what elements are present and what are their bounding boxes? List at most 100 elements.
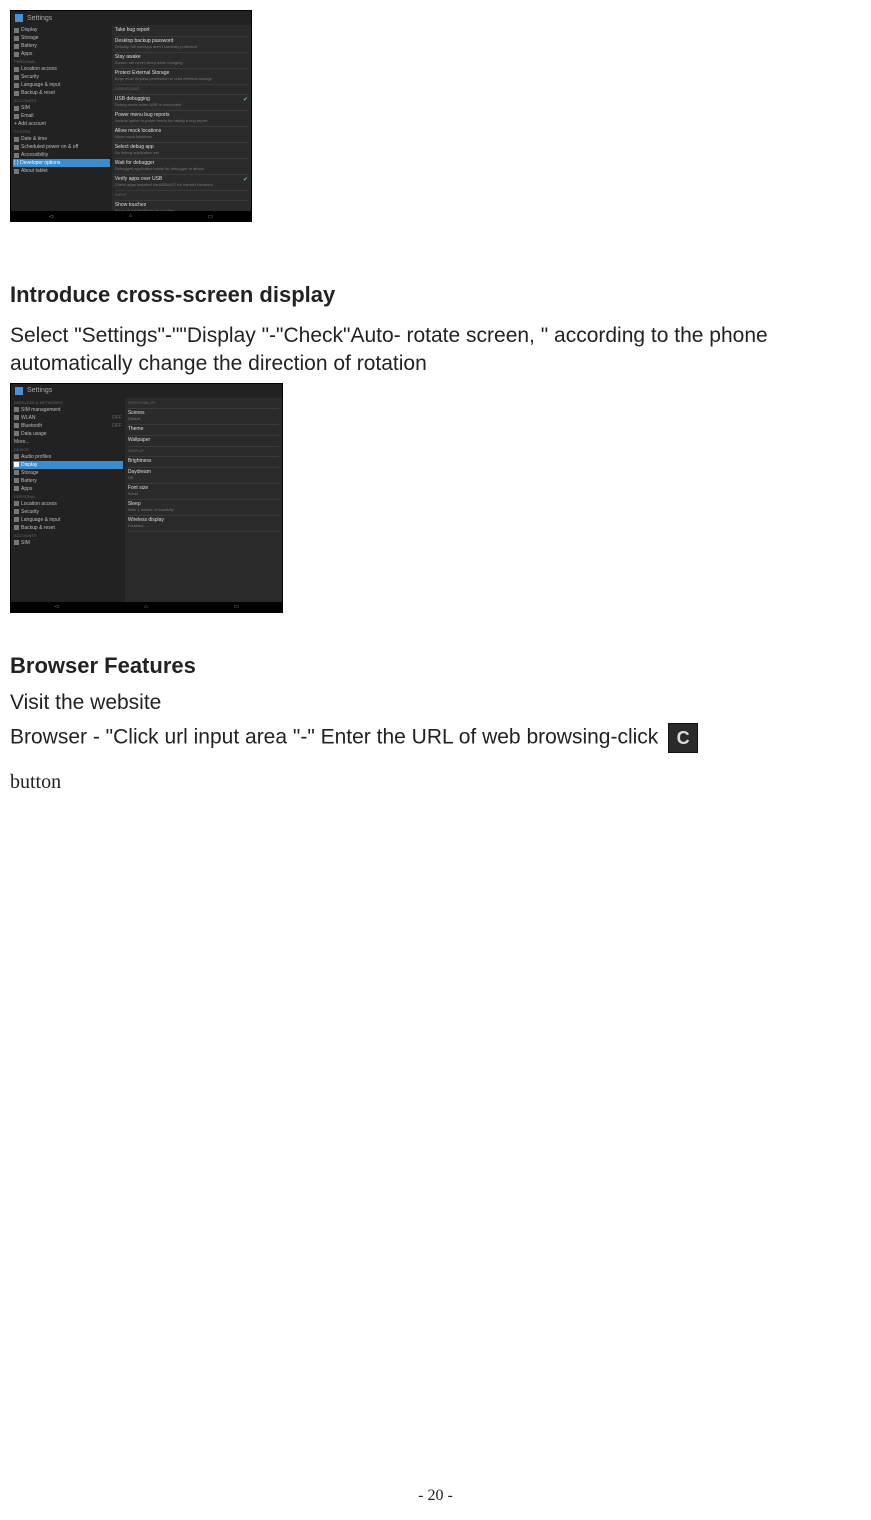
battery-icon [14, 478, 19, 483]
sidebar-cat-personal: PERSONAL [13, 493, 123, 500]
item-fontsize: Font sizeSmall [128, 484, 279, 500]
sidebar-cat-wireless: WIRELESS & NETWORKS [13, 399, 123, 406]
item-mock: Allow mock locationsAllow mock locations [115, 127, 248, 143]
item-desktoppw: Desktop backup passwordDesktop full back… [115, 37, 248, 53]
shot2-navbar: ◅ ⌂ ▭ [11, 602, 282, 612]
recent-icon: ▭ [208, 213, 214, 220]
page-number: - 20 - [0, 1487, 871, 1505]
sim-icon [14, 407, 19, 412]
shot1-navbar: ◅ ⌂ ▭ [11, 211, 251, 221]
sidebar-item-sim: SIM [13, 104, 110, 112]
visit-website: Visit the website [10, 689, 861, 717]
browser-instruction-text: Browser - "Click url input area "-" Ente… [10, 726, 658, 749]
item-showtouch: Show touchesShow visual feedback for tou… [115, 201, 248, 211]
shot2-header: Settings [11, 384, 282, 398]
item-wallpaper: Wallpaper [128, 436, 279, 447]
apps-icon [14, 486, 19, 491]
sidebar-item-wlan: WLANOFF [13, 414, 123, 422]
display-icon [14, 28, 19, 33]
recent-icon: ▭ [233, 603, 239, 610]
sidebar-item-backup: Backup & reset [13, 89, 110, 97]
item-wirelessdisplay: Wireless displayDisabled [128, 516, 279, 532]
sidebar-item-display: Display [13, 461, 123, 469]
wifi-icon [14, 415, 19, 420]
sidebar-item-security: Security [13, 508, 123, 516]
backup-icon [14, 91, 19, 96]
cat-display: DISPLAY [128, 447, 279, 457]
button-word: button [10, 771, 61, 794]
sim-icon [14, 540, 19, 545]
sidebar-item-accessibility: Accessibility [13, 151, 110, 159]
browser-instruction-line: Browser - "Click url input area "-" Ente… [10, 723, 861, 753]
sidebar-item-audio: Audio profiles [13, 453, 123, 461]
settings-dev-options-screenshot: Settings Display Storage Battery Apps PE… [10, 10, 252, 222]
item-sleep: SleepAfter 1 minute of inactivity [128, 500, 279, 516]
bluetooth-icon [14, 423, 19, 428]
sidebar-item-backup: Backup & reset [13, 524, 123, 532]
refresh-c-icon: C [668, 723, 698, 753]
bt-toggle: OFF [112, 423, 122, 429]
sidebar-item-abouttablet: About tablet [13, 167, 110, 175]
sidebar-item-storage: Storage [13, 34, 110, 42]
apps-icon [14, 52, 19, 57]
sidebar-cat-accounts: ACCOUNTS [13, 532, 123, 539]
check-icon: ✔ [243, 96, 248, 103]
clock-icon [14, 137, 19, 142]
cat-personalize: PERSONALIZE [128, 399, 279, 409]
back-icon: ◅ [49, 213, 54, 220]
cat-input: INPUT [115, 191, 248, 201]
sidebar-item-security: Security [13, 73, 110, 81]
item-selectdbg: Select debug appNo debug application set [115, 143, 248, 159]
audio-icon [14, 454, 19, 459]
shot1-main: Take bug report Desktop backup passwordD… [112, 25, 251, 211]
sidebar-item-datausage: Data usage [13, 430, 123, 438]
power-icon [14, 145, 19, 150]
item-waitdbg: Wait for debuggerDebugged application wa… [115, 159, 248, 175]
heading-browser: Browser Features [10, 653, 861, 679]
sidebar-item-more: More... [13, 438, 123, 446]
backup-icon [14, 525, 19, 530]
sidebar-item-addaccount: + Add account [13, 120, 110, 128]
item-theme: Theme [128, 425, 279, 436]
shot2-main: PERSONALIZE ScenesDefault Theme Wallpape… [125, 398, 282, 602]
sidebar-item-schedpower: Scheduled power on & off [13, 143, 110, 151]
gear-icon [15, 387, 23, 395]
storage-icon [14, 470, 19, 475]
sidebar-item-bluetooth: BluetoothOFF [13, 422, 123, 430]
para-cross-screen: Select "Settings"-""Display "-"Check"Aut… [10, 322, 861, 379]
language-icon [14, 83, 19, 88]
sidebar-item-storage: Storage [13, 469, 123, 477]
location-icon [14, 67, 19, 72]
shot2-title: Settings [27, 387, 52, 394]
sidebar-item-apps: Apps [13, 485, 123, 493]
email-icon [14, 114, 19, 119]
shot1-body: Display Storage Battery Apps PERSONAL Lo… [11, 25, 251, 211]
battery-icon [14, 44, 19, 49]
security-icon [14, 75, 19, 80]
back-icon: ◅ [54, 603, 59, 610]
accessibility-icon [14, 153, 19, 158]
sidebar-item-datetime: Date & time [13, 135, 110, 143]
sidebar-item-sim2: SIM [13, 539, 123, 547]
sidebar-item-language: Language & input [13, 516, 123, 524]
shot2-sidebar: WIRELESS & NETWORKS SIM management WLANO… [11, 398, 125, 602]
item-protect: Protect External StorageApps must reques… [115, 69, 248, 85]
sidebar-cat-system: SYSTEM [13, 128, 110, 135]
home-icon: ⌂ [129, 213, 133, 219]
about-icon [14, 169, 19, 174]
sidebar-cat-accounts: ACCOUNTS [13, 97, 110, 104]
item-usbdbg: USB debuggingDebug mode when USB is conn… [115, 95, 248, 111]
sidebar-cat-device: DEVICE [13, 446, 123, 453]
location-icon [14, 501, 19, 506]
sidebar-cat-personal: PERSONAL [13, 58, 110, 65]
security-icon [14, 509, 19, 514]
shot1-title: Settings [27, 15, 52, 22]
shot1-sidebar: Display Storage Battery Apps PERSONAL Lo… [11, 25, 112, 211]
sidebar-item-devoptions: { } Developer options [13, 159, 110, 167]
home-icon: ⌂ [144, 604, 148, 610]
item-verifyusb: Verify apps over USBCheck apps installed… [115, 175, 248, 191]
wlan-toggle: OFF [112, 415, 122, 421]
cat-debugging: DEBUGGING [115, 85, 248, 95]
gear-icon [15, 14, 23, 22]
item-scenes: ScenesDefault [128, 409, 279, 425]
